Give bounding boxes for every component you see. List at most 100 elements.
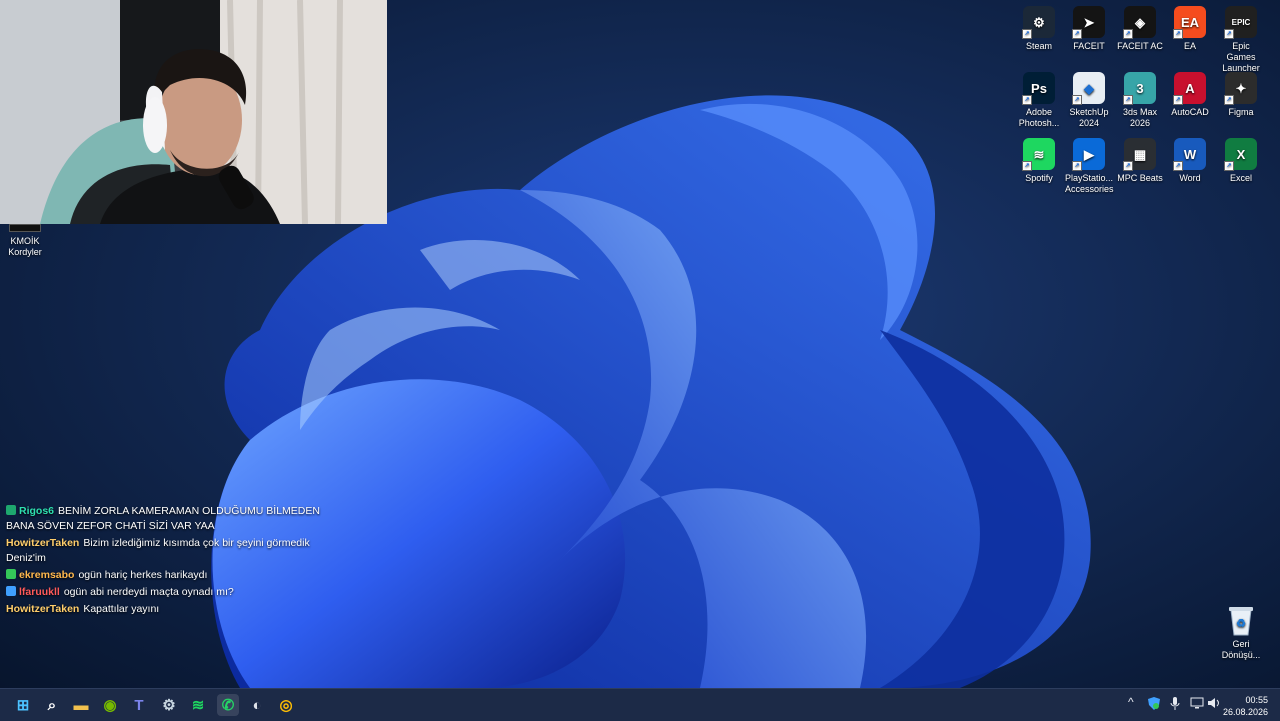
chat-username: HowitzerTaken	[6, 537, 80, 549]
desktop-icon-label: Epic Games Launcher	[1222, 41, 1260, 73]
shortcut-arrow-icon: ↗	[1123, 161, 1133, 171]
shortcut-arrow-icon: ↗	[1022, 29, 1032, 39]
shortcut-arrow-icon: ↗	[1224, 95, 1234, 105]
chat-text: Kapattılar yayını	[83, 603, 160, 615]
excel-icon: X ↗	[1224, 138, 1257, 171]
shortcut-arrow-icon: ↗	[1173, 29, 1183, 39]
search-button[interactable]: ⌕	[41, 694, 63, 716]
ea-icon: EA ↗	[1173, 6, 1206, 39]
search-icon: ⌕	[47, 696, 57, 714]
discord-icon: ◐	[252, 696, 262, 714]
photoshop-icon: Ps ↗	[1022, 72, 1055, 105]
desktop-icon-label: Spotify	[1025, 173, 1053, 183]
chat-username: lfaruukll	[19, 586, 60, 598]
chrome-taskbar-button[interactable]: ◎	[275, 694, 297, 716]
svg-text:♻: ♻	[1236, 618, 1246, 630]
faceit-icon: ➤ ↗	[1072, 6, 1105, 39]
volume-tray-icon[interactable]	[1207, 697, 1221, 712]
excel-shortcut[interactable]: X ↗ Excel	[1217, 138, 1265, 184]
shortcut-arrow-icon: ↗	[1173, 161, 1183, 171]
epic-games-icon: EPIC ↗	[1224, 6, 1257, 39]
spotify-taskbar-button[interactable]: ≋	[187, 694, 209, 716]
figma-icon: ✦ ↗	[1224, 72, 1257, 105]
chat-badge-icon	[6, 505, 16, 515]
word-icon: W ↗	[1173, 138, 1206, 171]
shortcut-arrow-icon: ↗	[1224, 161, 1234, 171]
nvidia-icon: ◉	[103, 697, 117, 714]
playstation-accessories-shortcut[interactable]: ▶ ↗ PlayStatio... Accessories	[1065, 138, 1114, 195]
mpc-beats-shortcut[interactable]: ▦ ↗ MPC Beats	[1116, 138, 1164, 184]
chat-message: lfaruukll ogün abi nerdeydi maçta oynadı …	[6, 585, 336, 600]
teams-button[interactable]: T	[128, 694, 150, 716]
steam-icon: ⚙ ↗	[1022, 6, 1055, 39]
system-clock[interactable]: 00:55 26.08.2026	[1223, 694, 1268, 718]
windows-start-icon: ⊞	[16, 697, 30, 714]
faceit-ac-icon: ◈ ↗	[1123, 6, 1156, 39]
start-button[interactable]: ⊞	[12, 694, 34, 716]
steam-taskbar-button[interactable]: ⚙	[158, 694, 180, 716]
chat-text: ogün abi nerdeydi maçta oynadı mı?	[63, 586, 234, 598]
desktop-icon-label: Word	[1179, 173, 1201, 183]
shortcut-arrow-icon: ↗	[1173, 95, 1183, 105]
desktop-icon-label: Adobe Photosh...	[1018, 107, 1060, 128]
clock-date: 26.08.2026	[1222, 707, 1268, 717]
ea-shortcut[interactable]: EA ↗ EA	[1166, 6, 1214, 52]
spotify-icon: ≋	[191, 697, 205, 714]
shortcut-arrow-icon: ↗	[1123, 95, 1133, 105]
nvidia-button[interactable]: ◉	[99, 694, 121, 716]
shortcut-arrow-icon: ↗	[1072, 95, 1082, 105]
spotify-icon: ≋ ↗	[1022, 138, 1055, 171]
faceit-shortcut[interactable]: ➤ ↗ FACEIT	[1065, 6, 1113, 52]
chat-message: ekremsabo ogün hariç herkes harikaydı	[6, 568, 336, 583]
recycle-bin[interactable]: ♻ Geri Dönüşü...	[1213, 604, 1269, 661]
autocad-shortcut[interactable]: A ↗ AutoCAD	[1166, 72, 1214, 118]
chat-message: Rigos6 BENİM ZORLA KAMERAMAN OLDUĞUMU BİL…	[6, 504, 336, 534]
chrome-icon: ◎	[279, 697, 293, 714]
chat-message: HowitzerTaken Kapattılar yayını	[6, 602, 336, 617]
steam-icon: ⚙	[162, 697, 176, 714]
shortcut-arrow-icon: ↗	[1224, 29, 1234, 39]
microphone-tray-icon[interactable]	[1170, 697, 1180, 714]
desktop-icon-label: PlayStatio... Accessories	[1065, 173, 1114, 194]
chat-message: HowitzerTaken Bizim izlediğimiz kısımda ç…	[6, 536, 336, 566]
faceit-ac-shortcut[interactable]: ◈ ↗ FACEIT AC	[1116, 6, 1164, 52]
chat-text: ogün hariç herkes harikaydı	[78, 569, 208, 581]
sketchup-shortcut[interactable]: ◆ ↗ SketchUp 2024	[1065, 72, 1113, 129]
kmoik-label-line2: Kordyler	[8, 247, 42, 257]
3ds-max-shortcut[interactable]: 3 ↗ 3ds Max 2026	[1116, 72, 1164, 129]
kmoik-label-line1: KMOİK	[10, 236, 40, 246]
photoshop-shortcut[interactable]: Ps ↗ Adobe Photosh...	[1015, 72, 1063, 129]
desktop-icon-label: FACEIT	[1073, 41, 1105, 51]
stream-chat-overlay: Rigos6 BENİM ZORLA KAMERAMAN OLDUĞUMU BİL…	[6, 504, 336, 619]
figma-shortcut[interactable]: ✦ ↗ Figma	[1217, 72, 1265, 118]
shortcut-arrow-icon: ↗	[1072, 161, 1082, 171]
folder-icon: ▬	[73, 696, 89, 714]
whatsapp-taskbar-button[interactable]: ✆	[217, 694, 239, 716]
desktop-icon-label: EA	[1183, 41, 1196, 51]
word-shortcut[interactable]: W ↗ Word	[1166, 138, 1214, 184]
teams-icon: T	[134, 696, 144, 714]
epic-games-shortcut[interactable]: EPIC ↗ Epic Games Launcher	[1217, 6, 1265, 74]
defender-tray-icon[interactable]	[1148, 697, 1160, 713]
spotify-shortcut[interactable]: ≋ ↗ Spotify	[1015, 138, 1063, 184]
chat-username: ekremsabo	[19, 569, 75, 581]
tray-overflow-chevron-icon[interactable]: ^	[1128, 695, 1134, 709]
network-tray-icon[interactable]	[1190, 697, 1204, 712]
desktop-icon-label: Figma	[1228, 107, 1254, 117]
kmoik-icon	[9, 224, 41, 232]
discord-taskbar-button[interactable]: ◐	[246, 694, 268, 716]
mpc-beats-icon: ▦ ↗	[1123, 138, 1156, 171]
file-explorer-button[interactable]: ▬	[70, 694, 92, 716]
shortcut-arrow-icon: ↗	[1123, 29, 1133, 39]
autocad-icon: A ↗	[1173, 72, 1206, 105]
desktop-icon-label: Steam	[1025, 41, 1052, 51]
playstation-icon: ▶ ↗	[1072, 138, 1105, 171]
chat-badge-icon	[6, 569, 16, 579]
steam-shortcut[interactable]: ⚙ ↗ Steam	[1015, 6, 1063, 52]
shortcut-arrow-icon: ↗	[1072, 29, 1082, 39]
chat-username: HowitzerTaken	[6, 603, 80, 615]
desktop-icon-label: Excel	[1229, 173, 1252, 183]
kmoik-kordyler-shortcut[interactable]: KMOİK Kordyler	[0, 224, 50, 258]
sketchup-icon: ◆ ↗	[1072, 72, 1105, 105]
clock-time: 00:55	[1245, 695, 1268, 705]
